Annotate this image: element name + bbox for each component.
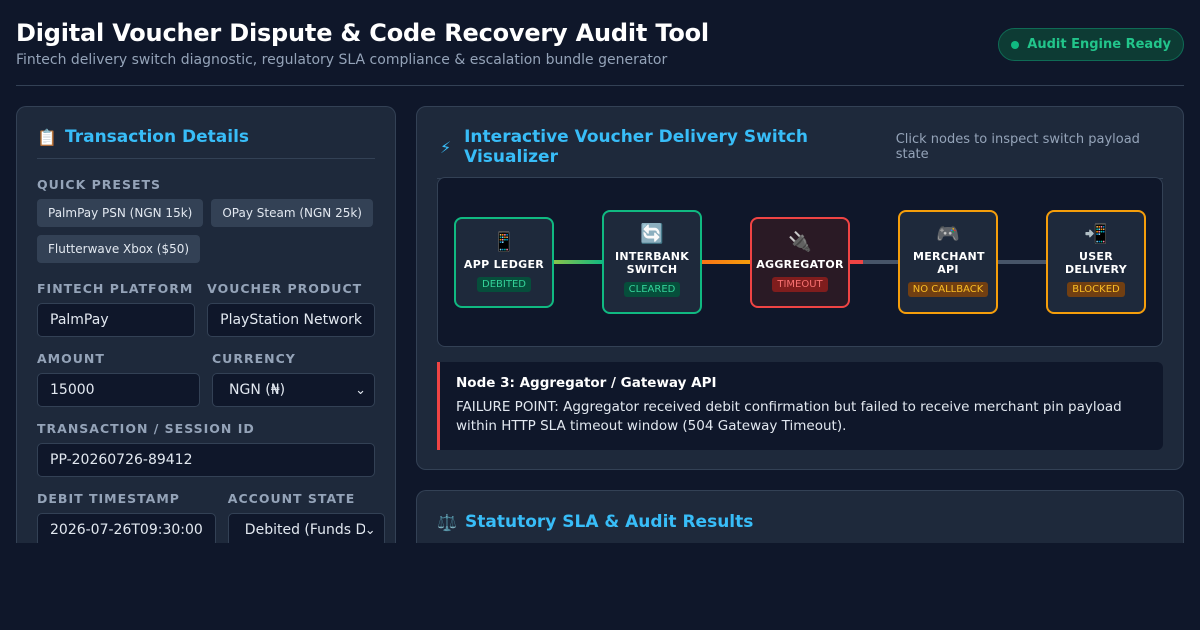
- quick-presets: Quick Presets PalmPay PSN (NGN 15k) OPay…: [37, 177, 375, 263]
- amount-label: Amount: [37, 351, 105, 366]
- switch-visualizer-panel: ⚡ Interactive Voucher Delivery Switch Vi…: [416, 106, 1184, 470]
- node-detail-title: Node 3: Aggregator / Gateway API: [456, 375, 717, 391]
- session-id-input[interactable]: PP-20260726-89412: [37, 443, 375, 477]
- node-aggregator[interactable]: 🔌 AGGREGATOR TIMEOUT: [750, 217, 850, 308]
- plug-icon: 🔌: [788, 231, 812, 253]
- chevron-down-icon: ⌄: [364, 522, 376, 538]
- connector-ledger-switch: [553, 260, 603, 264]
- gamepad-icon: 🎮: [936, 223, 960, 245]
- timestamp-input[interactable]: 2026-07-26T09:30:00: [37, 513, 216, 543]
- node-status-badge: DEBITED: [477, 277, 531, 292]
- platform-product-row: Fintech Platform PalmPay Voucher Product…: [37, 281, 375, 337]
- node-status-badge: NO CALLBACK: [907, 282, 989, 297]
- node-label: APP LEDGER: [463, 258, 545, 271]
- product-input[interactable]: PlayStation Network: [207, 303, 375, 337]
- visualizer-hint: Click nodes to inspect switch payload st…: [895, 132, 1140, 162]
- status-dot-icon: [1011, 40, 1020, 49]
- engine-status-text: Audit Engine Ready: [1027, 37, 1171, 52]
- node-status-badge: CLEARED: [623, 282, 681, 297]
- node-detail-text: FAILURE POINT: Aggregator received debit…: [456, 399, 1122, 434]
- visualizer-panel-title: Interactive Voucher Delivery Switch Visu…: [464, 127, 809, 167]
- engine-status-badge: Audit Engine Ready: [998, 28, 1184, 61]
- connector-switch-aggregator: [701, 260, 751, 264]
- node-label: USER DELIVERY: [1064, 250, 1127, 276]
- product-label: Voucher Product: [207, 281, 363, 296]
- clipboard-icon: 📋: [37, 127, 57, 147]
- node-label: AGGREGATOR: [756, 258, 844, 271]
- connector-aggregator-merchant: [849, 260, 899, 264]
- chevron-down-icon: ⌄: [355, 382, 366, 398]
- visualizer-panel-header: ⚡ Interactive Voucher Delivery Switch Vi…: [437, 127, 1163, 179]
- timestamp-label: Debit Timestamp: [37, 491, 180, 506]
- lightning-icon: ⚡: [439, 137, 452, 157]
- phone-icon: 📱: [492, 231, 516, 253]
- quick-presets-label: Quick Presets: [37, 177, 162, 192]
- sla-panel-title: Statutory SLA & Audit Results: [465, 512, 754, 532]
- preset-flutterwave-xbox-button[interactable]: Flutterwave Xbox ($50): [37, 235, 201, 263]
- node-label: INTERBANK SWITCH: [614, 250, 690, 276]
- platform-label: Fintech Platform: [37, 281, 194, 296]
- amount-currency-row: Amount 15000 Currency NGN (₦) ⌄: [37, 351, 375, 407]
- phone-arrow-icon: 📲: [1084, 223, 1108, 245]
- scales-icon: ⚖️: [437, 512, 457, 532]
- transaction-panel-title: Transaction Details: [65, 127, 250, 147]
- page-header: Digital Voucher Dispute & Code Recovery …: [16, 16, 1184, 86]
- amount-input[interactable]: 15000: [37, 373, 200, 407]
- transaction-details-panel: 📋 Transaction Details Quick Presets Palm…: [16, 106, 396, 543]
- preset-list: PalmPay PSN (NGN 15k) OPay Steam (NGN 25…: [37, 199, 375, 263]
- account-state-label: Account State: [227, 491, 356, 506]
- account-state-select[interactable]: Debited (Funds Deducted) ⌄: [227, 513, 385, 543]
- currency-value: NGN (₦): [229, 382, 286, 398]
- switch-icon: 🔄: [640, 223, 664, 245]
- session-id-label: Transaction / Session ID: [37, 421, 255, 436]
- node-merchant-api[interactable]: 🎮 MERCHANT API NO CALLBACK: [898, 210, 998, 314]
- node-detail-panel: Node 3: Aggregator / Gateway API FAILURE…: [437, 362, 1163, 450]
- node-user-delivery[interactable]: 📲 USER DELIVERY BLOCKED: [1046, 210, 1146, 314]
- currency-label: Currency: [212, 351, 296, 366]
- node-interbank-switch[interactable]: 🔄 INTERBANK SWITCH CLEARED: [602, 210, 702, 314]
- preset-palmpay-psn-button[interactable]: PalmPay PSN (NGN 15k): [37, 199, 204, 227]
- sla-results-panel: ⚖️ Statutory SLA & Audit Results: [416, 490, 1184, 543]
- node-label: MERCHANT API: [913, 250, 985, 276]
- sla-panel-header: ⚖️ Statutory SLA & Audit Results: [437, 512, 1163, 543]
- transaction-panel-header: 📋 Transaction Details: [37, 127, 375, 159]
- delivery-pipeline: 📱 APP LEDGER DEBITED 🔄 INTERBANK SWITCH …: [437, 177, 1163, 347]
- session-id-field: Transaction / Session ID PP-20260726-894…: [37, 421, 375, 477]
- currency-select[interactable]: NGN (₦) ⌄: [212, 373, 375, 407]
- preset-opay-steam-button[interactable]: OPay Steam (NGN 25k): [211, 199, 373, 227]
- account-state-value: Debited (Funds Deducted): [244, 522, 365, 538]
- node-status-badge: TIMEOUT: [772, 277, 828, 292]
- platform-input[interactable]: PalmPay: [37, 303, 196, 337]
- node-app-ledger[interactable]: 📱 APP LEDGER DEBITED: [454, 217, 554, 308]
- timestamp-state-row: Debit Timestamp 2026-07-26T09:30:00 Acco…: [37, 491, 385, 543]
- node-status-badge: BLOCKED: [1067, 282, 1125, 297]
- connector-merchant-delivery: [997, 260, 1047, 264]
